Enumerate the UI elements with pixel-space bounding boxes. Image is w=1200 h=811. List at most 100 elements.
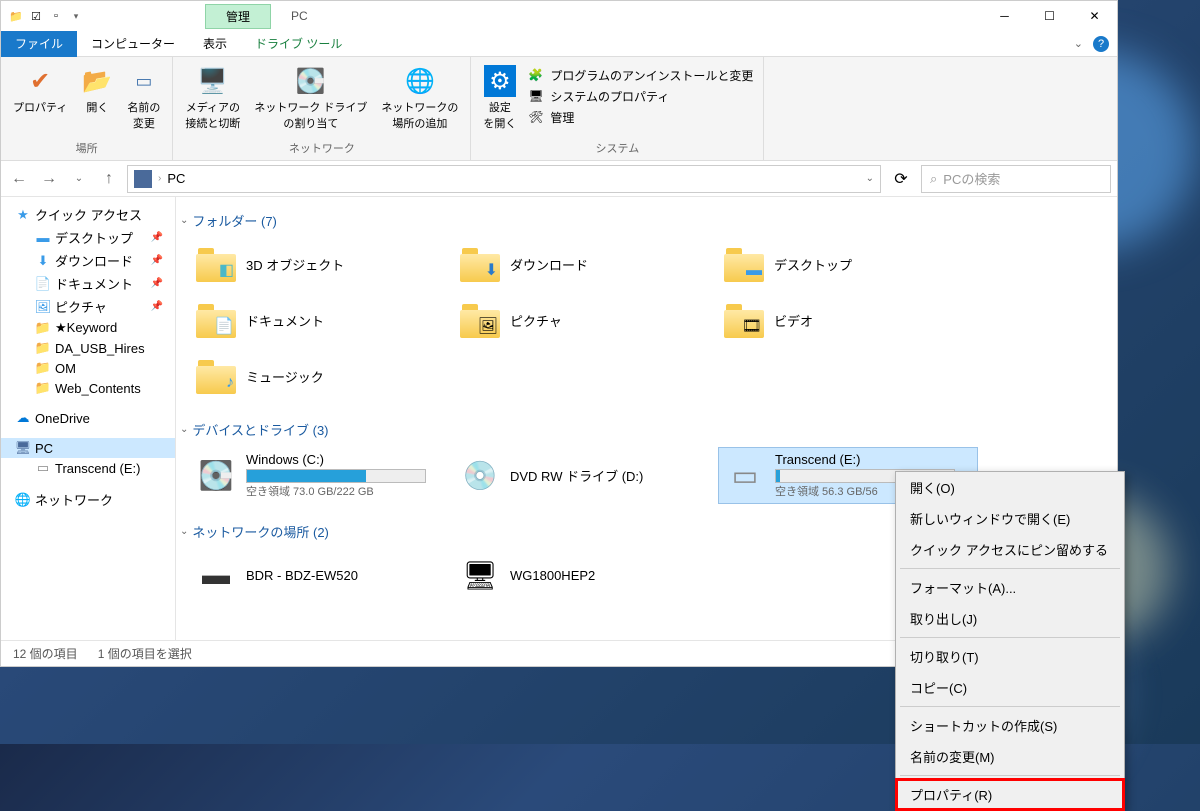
folder-pictures[interactable]: 🖼ピクチャ — [454, 294, 714, 346]
open-settings-button[interactable]: ⚙ 設定 を開く — [477, 63, 522, 133]
refresh-button[interactable]: ⟳ — [887, 165, 915, 193]
ctx-create-shortcut[interactable]: ショートカットの作成(S) — [896, 710, 1124, 741]
minimize-button[interactable]: ─ — [982, 1, 1027, 31]
ribbon-group-location: ✔ プロパティ 📂 開く ▭ 名前の 変更 場所 — [1, 57, 173, 160]
cube-icon: ◧ — [219, 260, 234, 280]
navigation-tree: ★クイック アクセス ▬デスクトップ📌 ⬇ダウンロード📌 📄ドキュメント📌 🖼ピ… — [1, 197, 176, 640]
properties-qat-icon[interactable]: ☑ — [27, 7, 45, 25]
system-props-icon: 🖥 — [528, 89, 544, 105]
tree-om[interactable]: 📁OM — [1, 358, 175, 378]
ctx-copy[interactable]: コピー(C) — [896, 672, 1124, 703]
folder-desktop[interactable]: ▬デスクトップ — [718, 238, 978, 290]
picture-icon: 🖼 — [478, 316, 498, 336]
breadcrumb-pc[interactable]: PC — [167, 171, 185, 186]
map-drive-button[interactable]: 💽 ネットワーク ドライブ の割り当て — [248, 63, 373, 133]
tree-transcend[interactable]: ▭Transcend (E:) — [1, 458, 175, 478]
uninstall-programs-button[interactable]: 🧩 プログラムのアンインストールと変更 — [528, 67, 753, 84]
tree-web-contents[interactable]: 📁Web_Contents — [1, 378, 175, 398]
tab-drive-tools[interactable]: ドライブ ツール — [241, 30, 356, 57]
tab-computer[interactable]: コンピューター — [77, 30, 189, 57]
netloc-wg1800[interactable]: 🖥WG1800HEP2 — [454, 549, 714, 601]
ctx-open-new-window[interactable]: 新しいウィンドウで開く(E) — [896, 503, 1124, 534]
help-icon[interactable]: ? — [1093, 36, 1109, 52]
drive-icon: ▭ — [35, 460, 51, 476]
manage-label: 管理 — [550, 109, 574, 126]
ctx-cut[interactable]: 切り取り(T) — [896, 641, 1124, 672]
folder-3d-objects[interactable]: ◧3D オブジェクト — [190, 238, 450, 290]
manage-contextual-tab[interactable]: 管理 — [205, 4, 271, 29]
folder-music[interactable]: ♪ミュージック — [190, 350, 450, 402]
tree-keyword[interactable]: 📁★Keyword — [1, 318, 175, 338]
back-button[interactable]: ← — [7, 167, 31, 191]
system-group-label: システム — [477, 138, 757, 158]
ctx-open[interactable]: 開く(O) — [896, 472, 1124, 503]
media-label: メディアの 接続と切断 — [185, 99, 240, 131]
tree-network[interactable]: 🌐ネットワーク — [1, 488, 175, 511]
ctx-separator — [900, 568, 1120, 569]
folder-downloads[interactable]: ⬇ダウンロード — [454, 238, 714, 290]
maximize-button[interactable]: ☐ — [1027, 1, 1072, 31]
drive-windows-c[interactable]: 💽 Windows (C:) 空き領域 73.0 GB/222 GB — [190, 447, 450, 504]
add-location-label: ネットワークの 場所の追加 — [381, 99, 458, 131]
pictures-icon: 🖼 — [35, 299, 51, 315]
tab-file[interactable]: ファイル — [1, 30, 77, 57]
download-arrow-icon: ⬇ — [485, 260, 498, 280]
pin-icon: 📌 — [151, 232, 163, 243]
recent-dropdown[interactable]: ⌄ — [67, 167, 91, 191]
tree-pictures[interactable]: 🖼ピクチャ📌 — [1, 295, 175, 318]
map-drive-label: ネットワーク ドライブ の割り当て — [254, 99, 367, 131]
manage-button[interactable]: 🛠 管理 — [528, 109, 753, 126]
add-network-location-button[interactable]: 🌐 ネットワークの 場所の追加 — [375, 63, 464, 133]
properties-label: プロパティ — [13, 99, 67, 115]
uninstall-icon: 🧩 — [528, 68, 544, 84]
tree-quick-access[interactable]: ★クイック アクセス — [1, 203, 175, 226]
ctx-eject[interactable]: 取り出し(J) — [896, 603, 1124, 634]
tree-pc[interactable]: 🖥PC — [1, 438, 175, 458]
group-drives[interactable]: ⌄デバイスとドライブ (3) — [180, 416, 1113, 443]
ctx-rename[interactable]: 名前の変更(M) — [896, 741, 1124, 772]
search-placeholder: PCの検索 — [943, 169, 1000, 188]
address-bar[interactable]: › PC ⌄ — [127, 165, 881, 193]
tree-downloads[interactable]: ⬇ダウンロード📌 — [1, 249, 175, 272]
ctx-properties[interactable]: プロパティ(R) — [896, 779, 1124, 810]
tree-onedrive[interactable]: ☁OneDrive — [1, 408, 175, 428]
ctx-format[interactable]: フォーマット(A)... — [896, 572, 1124, 603]
open-button[interactable]: 📂 開く — [75, 63, 119, 117]
properties-button[interactable]: ✔ プロパティ — [7, 63, 73, 117]
tree-da-usb[interactable]: 📁DA_USB_Hires — [1, 338, 175, 358]
location-group-label: 場所 — [7, 138, 166, 158]
folder-documents[interactable]: 📄ドキュメント — [190, 294, 450, 346]
media-connect-button[interactable]: 🖥️ メディアの 接続と切断 — [179, 63, 246, 133]
folder-videos[interactable]: 🎞ビデオ — [718, 294, 978, 346]
sys-props-label: システムのプロパティ — [550, 88, 669, 105]
group-folders[interactable]: ⌄フォルダー (7) — [180, 207, 1113, 234]
drive-dvd-d[interactable]: 💿 DVD RW ドライブ (D:) — [454, 447, 714, 504]
pin-icon: 📌 — [151, 301, 163, 312]
ribbon-collapse-icon[interactable]: ⌄ — [1074, 37, 1083, 50]
network-icon: 🌐 — [15, 492, 31, 508]
search-input[interactable]: ⌕ PCの検索 — [921, 165, 1111, 193]
address-dropdown-icon[interactable]: ⌄ — [866, 173, 874, 184]
tree-desktop[interactable]: ▬デスクトップ📌 — [1, 226, 175, 249]
desktop-icon: ▬ — [35, 230, 51, 246]
quick-access-toolbar: 📁 ☑ ▫ ▾ — [1, 7, 85, 25]
tab-view[interactable]: 表示 — [189, 30, 241, 57]
forward-button[interactable]: → — [37, 167, 61, 191]
navigation-bar: ← → ⌄ ↑ › PC ⌄ ⟳ ⌕ PCの検索 — [1, 161, 1117, 197]
ctx-pin-quick-access[interactable]: クイック アクセスにピン留めする — [896, 534, 1124, 565]
rename-button[interactable]: ▭ 名前の 変更 — [121, 63, 166, 133]
up-button[interactable]: ↑ — [97, 167, 121, 191]
netloc-bdr[interactable]: ▬BDR - BDZ-EW520 — [190, 549, 450, 601]
dropdown-qat-icon[interactable]: ▾ — [67, 7, 85, 25]
close-button[interactable]: ✕ — [1072, 1, 1117, 31]
new-folder-qat-icon[interactable]: ▫ — [47, 7, 65, 25]
ribbon-tabs: ファイル コンピューター 表示 ドライブ ツール ⌄ ? — [1, 31, 1117, 57]
window-title: PC — [291, 9, 308, 23]
ribbon-group-network: 🖥️ メディアの 接続と切断 💽 ネットワーク ドライブ の割り当て 🌐 ネット… — [173, 57, 471, 160]
settings-label: 設定 を開く — [483, 99, 516, 131]
ctx-separator — [900, 706, 1120, 707]
system-properties-button[interactable]: 🖥 システムのプロパティ — [528, 88, 753, 105]
star-icon: ★ — [15, 207, 31, 223]
tree-documents[interactable]: 📄ドキュメント📌 — [1, 272, 175, 295]
folder-icon: 📁 — [35, 360, 51, 376]
